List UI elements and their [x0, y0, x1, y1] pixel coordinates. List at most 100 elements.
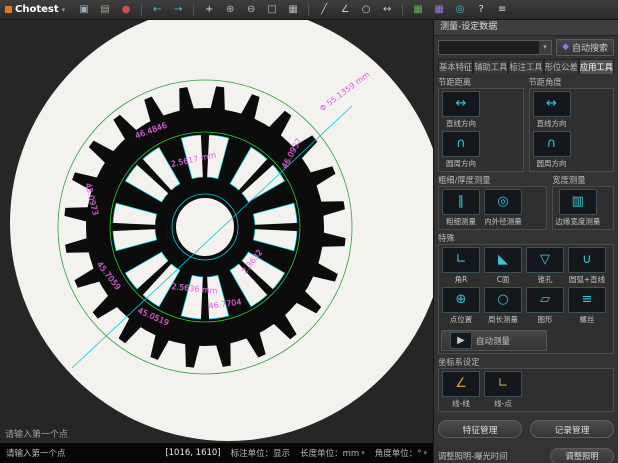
arc-line-icon: ∪	[568, 247, 606, 273]
annotation-unit-label[interactable]: 标注单位：显示	[231, 447, 291, 459]
tab-标注工具[interactable]: 标注工具	[508, 59, 543, 74]
toolbar-separator	[402, 4, 403, 16]
redo-icon[interactable]: →	[169, 2, 187, 18]
tool-圆周方向[interactable]: ∩圆周方向	[441, 131, 481, 169]
group-label: 特殊	[438, 233, 614, 244]
adjust-lighting-button[interactable]: 调整照明	[550, 448, 614, 463]
tab-基本特征[interactable]: 基本特征	[438, 59, 473, 74]
toolbar-separator	[308, 4, 309, 16]
group-box: ↔直线方向∩圆周方向	[529, 88, 615, 172]
measure-distance-icon[interactable]: ↔	[378, 2, 396, 18]
help-icon[interactable]: ?	[472, 2, 490, 18]
measure-circle-icon[interactable]: ○	[357, 2, 375, 18]
camera-viewport[interactable]: 46.48462.5617 mm45.097346.0937Φ 55.1359 …	[0, 20, 433, 443]
tab-辅助工具[interactable]: 辅助工具	[473, 59, 508, 74]
tool-锥孔[interactable]: ▽锥孔	[525, 247, 565, 285]
tool-label: 角R	[455, 274, 468, 285]
tool-group: 粗细/厚度测量∥粗细测量◎内外径测量	[438, 175, 547, 230]
film-icon[interactable]: ▤	[96, 2, 114, 18]
measure-line-icon[interactable]: ╱	[315, 2, 333, 18]
group-label: 节距距离	[438, 77, 524, 88]
auto-search-button[interactable]: ◆ 自动搜索	[556, 39, 614, 56]
tab-形位公差[interactable]: 形位公差	[544, 59, 579, 74]
grid-icon[interactable]: ▦	[284, 2, 302, 18]
top-toolbar: Chotest ▾ ▣▤●←→+⊕⊖□▦╱∠○↔▦▦◎?≡	[0, 0, 618, 20]
feature-management-button[interactable]: 特征管理	[438, 420, 522, 438]
panel-tabs: 基本特征辅助工具标注工具形位公差应用工具	[438, 59, 614, 74]
tool-直线方向[interactable]: ↔直线方向	[441, 91, 481, 129]
angle-unit-dropdown[interactable]: 角度单位：° ▾	[375, 447, 427, 459]
tool-label: 线-线	[452, 398, 470, 409]
tool-group: 宽度测量 ▥边缘宽度测量	[552, 175, 614, 230]
tool-section-row: 粗细/厚度测量∥粗细测量◎内外径测量宽度测量▥边缘宽度测量	[438, 175, 614, 230]
tool-圆弧+直线[interactable]: ∪圆弧+直线	[567, 247, 607, 285]
add-point-icon[interactable]: +	[200, 2, 218, 18]
tool-label: 圆周方向	[537, 158, 567, 169]
linear-icon: ↔	[442, 91, 480, 117]
tool-sections: 节距距离↔直线方向∩圆周方向节距角度↔直线方向∩圆周方向粗细/厚度测量∥粗细测量…	[438, 74, 614, 412]
gear-bore	[176, 198, 234, 256]
tool-螺丝[interactable]: ≡螺丝	[567, 287, 607, 325]
palette-icon[interactable]: ▦	[430, 2, 448, 18]
camera-icon[interactable]: ▣	[75, 2, 93, 18]
right-panel: 测量-设定数据 ▾ ◆ 自动搜索 基本特征辅助工具标注工具形位公差应用工具 节距…	[433, 20, 618, 463]
toolbar-separator	[193, 4, 194, 16]
tool-自动测量[interactable]: ▶自动测量	[441, 330, 547, 351]
tool-label: 线-点	[494, 398, 512, 409]
record-icon[interactable]: ●	[117, 2, 135, 18]
group-box: ∥粗细测量◎内外径测量	[438, 186, 547, 230]
crosshair-icon[interactable]: ⊕	[221, 2, 239, 18]
measure-preset-combo[interactable]: ▾	[438, 40, 552, 55]
tool-C面[interactable]: ◣C面	[483, 247, 523, 285]
tool-group: 节距角度↔直线方向∩圆周方向	[529, 77, 615, 172]
angle-unit-value: 角度单位：°	[375, 447, 422, 459]
tool-section-row: 特殊∟角R◣C面▽锥孔∪圆弧+直线⊕点位置○周长测量▱图形≡螺丝▶自动测量	[438, 233, 614, 354]
measure-angle-icon[interactable]: ∠	[336, 2, 354, 18]
group-box: ∠线-线∟线-点	[438, 368, 614, 412]
tool-直线方向[interactable]: ↔直线方向	[532, 91, 572, 129]
exposure-label: 调整照明-曝光时间	[438, 450, 545, 462]
group-label: 粗细/厚度测量	[438, 175, 547, 186]
fit-view-icon[interactable]: □	[263, 2, 281, 18]
shape-icon: ▱	[526, 287, 564, 313]
tool-周长测量[interactable]: ○周长测量	[483, 287, 523, 325]
tool-label: 直线方向	[537, 118, 567, 129]
group-label: 宽度测量	[552, 175, 614, 186]
chevron-down-icon: ▾	[423, 449, 427, 457]
logo-icon	[5, 6, 12, 13]
toolbar-icons: ▣▤●←→+⊕⊖□▦╱∠○↔▦▦◎?≡	[75, 2, 613, 18]
tool-粗细测量[interactable]: ∥粗细测量	[441, 189, 481, 227]
record-management-button[interactable]: 记录管理	[530, 420, 614, 438]
tool-角R[interactable]: ∟角R	[441, 247, 481, 285]
menu-icon[interactable]: ≡	[493, 2, 511, 18]
tool-圆周方向[interactable]: ∩圆周方向	[532, 131, 572, 169]
tool-线-线[interactable]: ∠线-线	[441, 371, 481, 409]
app-logo-menu[interactable]: Chotest ▾	[5, 4, 65, 15]
chamfer-icon: ◣	[484, 247, 522, 273]
screw-icon: ≡	[568, 287, 606, 313]
target-icon[interactable]: ◎	[451, 2, 469, 18]
length-unit-dropdown[interactable]: 长度单位：mm ▾	[300, 447, 365, 459]
tool-label: 内外径测量	[484, 216, 522, 227]
preset-search-row: ▾ ◆ 自动搜索	[438, 36, 614, 58]
layers-icon[interactable]: ▦	[409, 2, 427, 18]
panel-title: 测量-设定数据	[434, 20, 618, 36]
tab-应用工具[interactable]: 应用工具	[579, 59, 614, 74]
tool-内外径测量[interactable]: ◎内外径测量	[483, 189, 523, 227]
auto-search-label: 自动搜索	[572, 41, 608, 54]
tool-边缘宽度测量[interactable]: ▥边缘宽度测量	[555, 189, 600, 227]
gear-scene	[0, 20, 433, 443]
tool-图形[interactable]: ▱图形	[525, 287, 565, 325]
line-point-icon: ∟	[484, 371, 522, 397]
tool-线-点[interactable]: ∟线-点	[483, 371, 523, 409]
app-window: Chotest ▾ ▣▤●←→+⊕⊖□▦╱∠○↔▦▦◎?≡ 46.48462.5…	[0, 0, 618, 463]
tool-group: 特殊∟角R◣C面▽锥孔∪圆弧+直线⊕点位置○周长测量▱图形≡螺丝▶自动测量	[438, 233, 614, 354]
undo-icon[interactable]: ←	[148, 2, 166, 18]
group-box: ↔直线方向∩圆周方向	[438, 88, 524, 172]
tool-label: 直线方向	[446, 118, 476, 129]
circular-icon: ∩	[442, 131, 480, 157]
zoom-out-icon[interactable]: ⊖	[242, 2, 260, 18]
tool-点位置[interactable]: ⊕点位置	[441, 287, 481, 325]
tool-label: 锥孔	[538, 274, 553, 285]
taper-hole-icon: ▽	[526, 247, 564, 273]
